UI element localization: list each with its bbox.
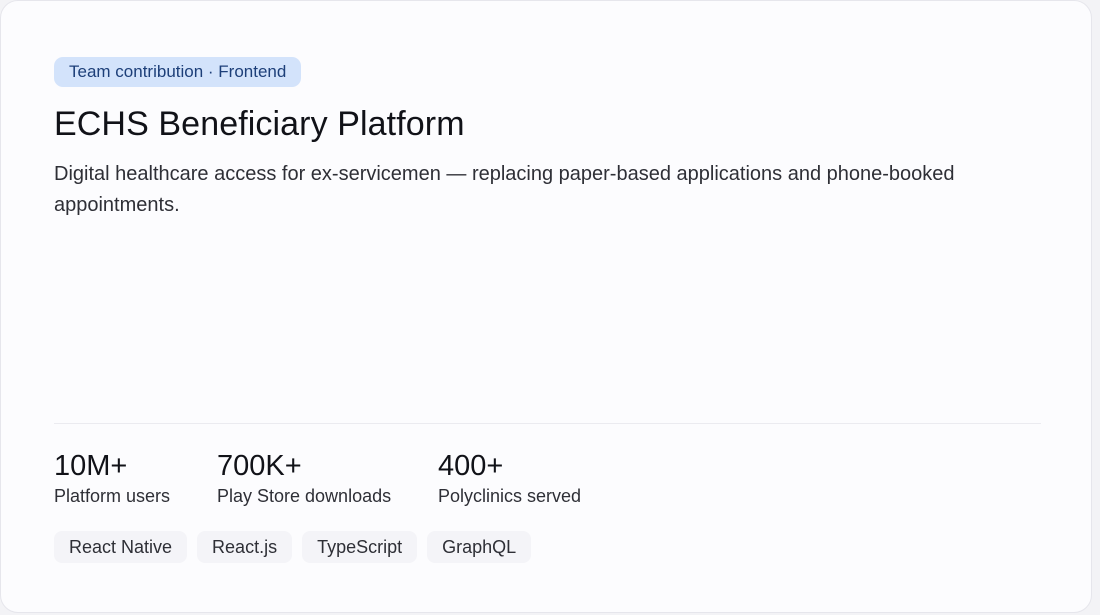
contribution-badge: Team contribution · Frontend [54, 57, 302, 87]
stat-label: Play Store downloads [217, 486, 392, 506]
stat-value: 10M+ [54, 450, 128, 482]
project-card: Team contribution · Frontend ECHS Benefi… [0, 0, 1092, 613]
project-title: ECHS Beneficiary Platform [54, 105, 465, 143]
tag-reactjs: React.js [197, 531, 293, 563]
stat-label: Polyclinics served [438, 486, 582, 506]
stat-platform-users: 10M+ Platform users [54, 449, 217, 508]
stat-value: 400+ [438, 450, 504, 482]
stat-play-store-downloads: 700K+ Play Store downloads [217, 449, 438, 508]
stat-label: Platform users [54, 486, 171, 506]
stats-row: 10M+ Platform users 700K+ Play Store dow… [54, 449, 638, 508]
tag-react-native: React Native [54, 531, 188, 563]
project-description: Digital healthcare access for ex-service… [54, 163, 955, 216]
stat-polyclinics-served: 400+ Polyclinics served [438, 449, 638, 508]
tag-graphql: GraphQL [427, 531, 532, 563]
stat-value: 700K+ [217, 450, 302, 482]
tag-typescript: TypeScript [302, 531, 418, 563]
divider [54, 423, 1041, 424]
tech-tags: React Native React.js TypeScript GraphQL [54, 531, 532, 563]
